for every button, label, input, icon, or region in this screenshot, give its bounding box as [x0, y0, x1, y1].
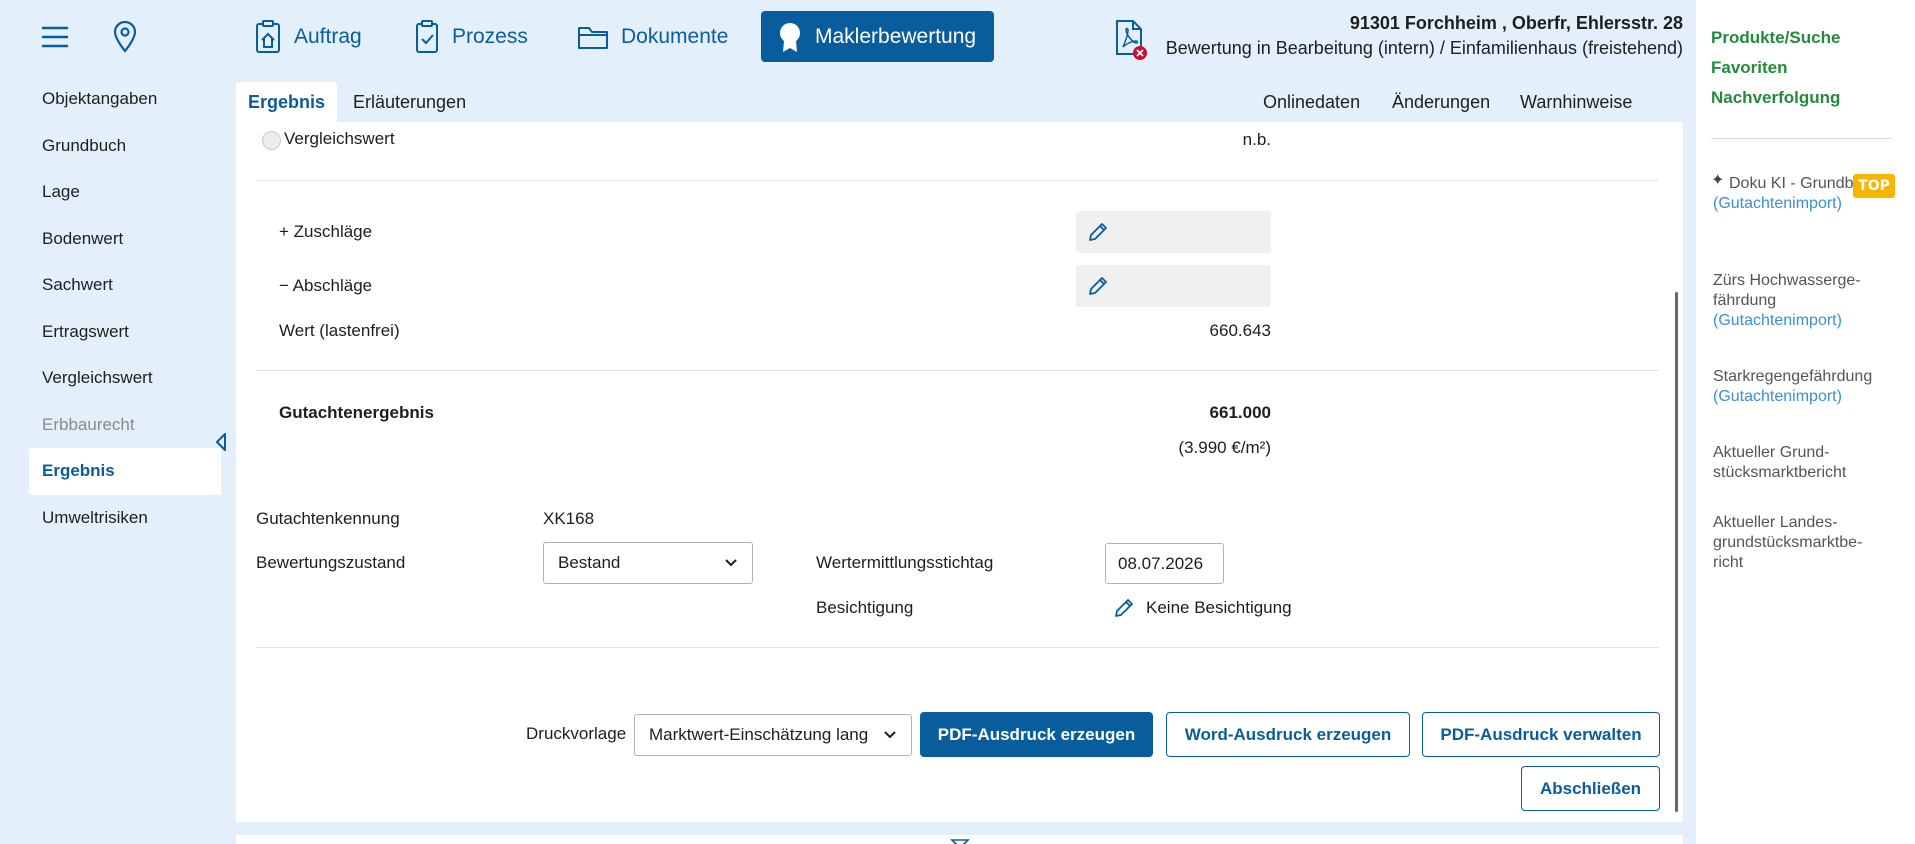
chevron-down-icon [725, 559, 737, 567]
sidebar-item-sachwert[interactable]: Sachwert [29, 262, 221, 309]
sidebar-item-lage[interactable]: Lage [29, 169, 221, 216]
link-warnhinweise[interactable]: Warnhinweise [1520, 82, 1632, 122]
tab-erlaeuterungen[interactable]: Erläuterungen [339, 82, 480, 122]
vergleichswert-radio[interactable] [262, 131, 281, 150]
location-pin-icon[interactable] [105, 14, 145, 60]
sidebar-item-ertragswert[interactable]: Ertragswert [29, 309, 221, 356]
nav-tab-maklerbewertung[interactable]: Maklerbewertung [761, 11, 994, 62]
divider [256, 180, 1659, 181]
zuschlaege-edit-field[interactable] [1076, 211, 1271, 253]
word-create-button[interactable]: Word-Ausdruck erzeugen [1166, 712, 1410, 757]
pdf-create-button[interactable]: PDF-Ausdruck erzeugen [920, 712, 1153, 757]
sidebar: Objektangaben Grundbuch Lage Bodenwert S… [29, 76, 221, 541]
sidebar-item-bodenwert[interactable]: Bodenwert [29, 216, 221, 263]
stichtag-label: Wertermittlungsstichtag [816, 553, 994, 572]
sparkle-icon: ✦ [1711, 172, 1725, 189]
nav-tab-label: Dokumente [621, 24, 729, 48]
besichtigung-value: Keine Besichtigung [1146, 598, 1292, 617]
chevron-down-icon [884, 731, 896, 739]
clipboard-check-icon [416, 19, 438, 53]
abschlaege-label: − Abschläge [279, 276, 373, 295]
wert-lastenfrei-value: 660.643 [1209, 321, 1271, 340]
rp-item-title[interactable]: Starkregengefährdung [1713, 367, 1883, 387]
nav-tab-label: Prozess [452, 24, 528, 48]
gutachtenkennung-label: Gutachtenkennung [256, 509, 400, 528]
rp-item-link[interactable]: (Gutachtenimport) [1713, 387, 1883, 407]
vergleichswert-value: n.b. [1242, 130, 1271, 149]
sidebar-item-umweltrisiken[interactable]: Umweltrisiken [29, 495, 221, 542]
sidebar-item-ergebnis[interactable]: Ergebnis [29, 448, 221, 495]
besichtigung-label: Besichtigung [816, 598, 914, 617]
gutachtenergebnis-label: Gutachtenergebnis [279, 403, 434, 422]
divider [256, 647, 1659, 648]
tab-ergebnis[interactable]: Ergebnis [236, 82, 338, 122]
content-scrollbar[interactable] [1675, 292, 1678, 812]
select-value: Marktwert-Einschätzung lang [649, 725, 869, 744]
bewertungszustand-select[interactable]: Bestand [543, 542, 753, 584]
rp-item-title[interactable]: Aktueller Grund-stücksmarktbericht [1713, 443, 1883, 483]
house-document-icon [256, 19, 280, 53]
rp-item-title[interactable]: Aktueller Landes-grundstücksmarktbe-rich… [1713, 513, 1883, 573]
nav-tab-label: Auftrag [294, 24, 362, 48]
nav-tab-dokumente[interactable]: Dokumente [563, 11, 742, 62]
zuschlaege-label: + Zuschläge [279, 222, 373, 241]
right-panel [1696, 0, 1915, 844]
expand-down-icon[interactable] [950, 834, 970, 844]
bewertungszustand-label: Bewertungszustand [256, 553, 406, 572]
link-aenderungen[interactable]: Änderungen [1392, 82, 1490, 122]
menu-icon[interactable] [35, 14, 75, 60]
pencil-icon [1089, 223, 1107, 241]
druckvorlage-select[interactable]: Marktwert-Einschätzung lang [634, 714, 912, 756]
gutachtenkennung-value: XK168 [543, 509, 595, 528]
rp-item-starkregen: Starkregengefährdung (Gutachtenimport) [1713, 367, 1883, 407]
rp-item-link[interactable]: (Gutachtenimport) [1713, 311, 1883, 331]
druckvorlage-label: Druckvorlage [526, 724, 627, 743]
wert-lastenfrei-label: Wert (lastenfrei) [279, 321, 400, 340]
price-per-sqm: (3.990 €/m²) [1178, 438, 1271, 457]
rp-item-landesgrundstuecksmarktbericht: Aktueller Landes-grundstücksmarktbe-rich… [1713, 513, 1883, 573]
pencil-icon [1115, 599, 1133, 617]
pdf-manage-button[interactable]: PDF-Ausdruck verwalten [1422, 712, 1660, 757]
divider [256, 370, 1659, 371]
link-onlinedaten[interactable]: Onlinedaten [1263, 82, 1360, 122]
divider [1711, 138, 1891, 139]
sidebar-item-vergleichswert[interactable]: Vergleichswert [29, 355, 221, 402]
award-badge-icon [780, 22, 800, 52]
sidebar-item-objektangaben[interactable]: Objektangaben [29, 76, 221, 123]
pdf-error-icon[interactable] [1110, 16, 1150, 62]
stichtag-input[interactable]: 08.07.2026 [1105, 543, 1224, 584]
rp-item-title[interactable]: Zürs Hochwasserge-fährdung [1713, 271, 1883, 311]
link-favoriten[interactable]: Favoriten [1711, 58, 1788, 78]
collapse-sidebar-icon[interactable] [214, 432, 228, 457]
object-address: 91301 Forchheim , Oberfr, Ehlersstr. 28 [1349, 13, 1683, 33]
folder-icon [578, 26, 608, 49]
besichtigung-edit-button[interactable] [1112, 596, 1136, 625]
rp-item-zuers: Zürs Hochwasserge-fährdung (Gutachtenimp… [1713, 271, 1883, 331]
pencil-icon [1089, 277, 1107, 295]
sidebar-item-grundbuch[interactable]: Grundbuch [29, 123, 221, 170]
finish-button[interactable]: Abschließen [1521, 766, 1660, 811]
link-nachverfolgung[interactable]: Nachverfolgung [1711, 88, 1840, 108]
nav-tab-prozess[interactable]: Prozess [400, 11, 542, 62]
valuation-status: Bewertung in Bearbeitung (intern) / Einf… [1165, 38, 1683, 58]
rp-item-grundstuecksmarktbericht: Aktueller Grund-stücksmarktbericht [1713, 443, 1883, 483]
vergleichswert-label: Vergleichswert [284, 129, 395, 148]
select-value: Bestand [558, 553, 621, 572]
nav-tab-label: Maklerbewertung [815, 24, 977, 48]
nav-tab-auftrag[interactable]: Auftrag [240, 11, 376, 62]
gutachtenergebnis-value: 661.000 [1209, 403, 1271, 422]
top-badge: TOP [1853, 174, 1895, 198]
link-produkte-suche[interactable]: Produkte/Suche [1711, 28, 1840, 48]
sidebar-item-erbbaurecht: Erbbaurecht [42, 414, 135, 434]
abschlaege-edit-field[interactable] [1076, 265, 1271, 307]
